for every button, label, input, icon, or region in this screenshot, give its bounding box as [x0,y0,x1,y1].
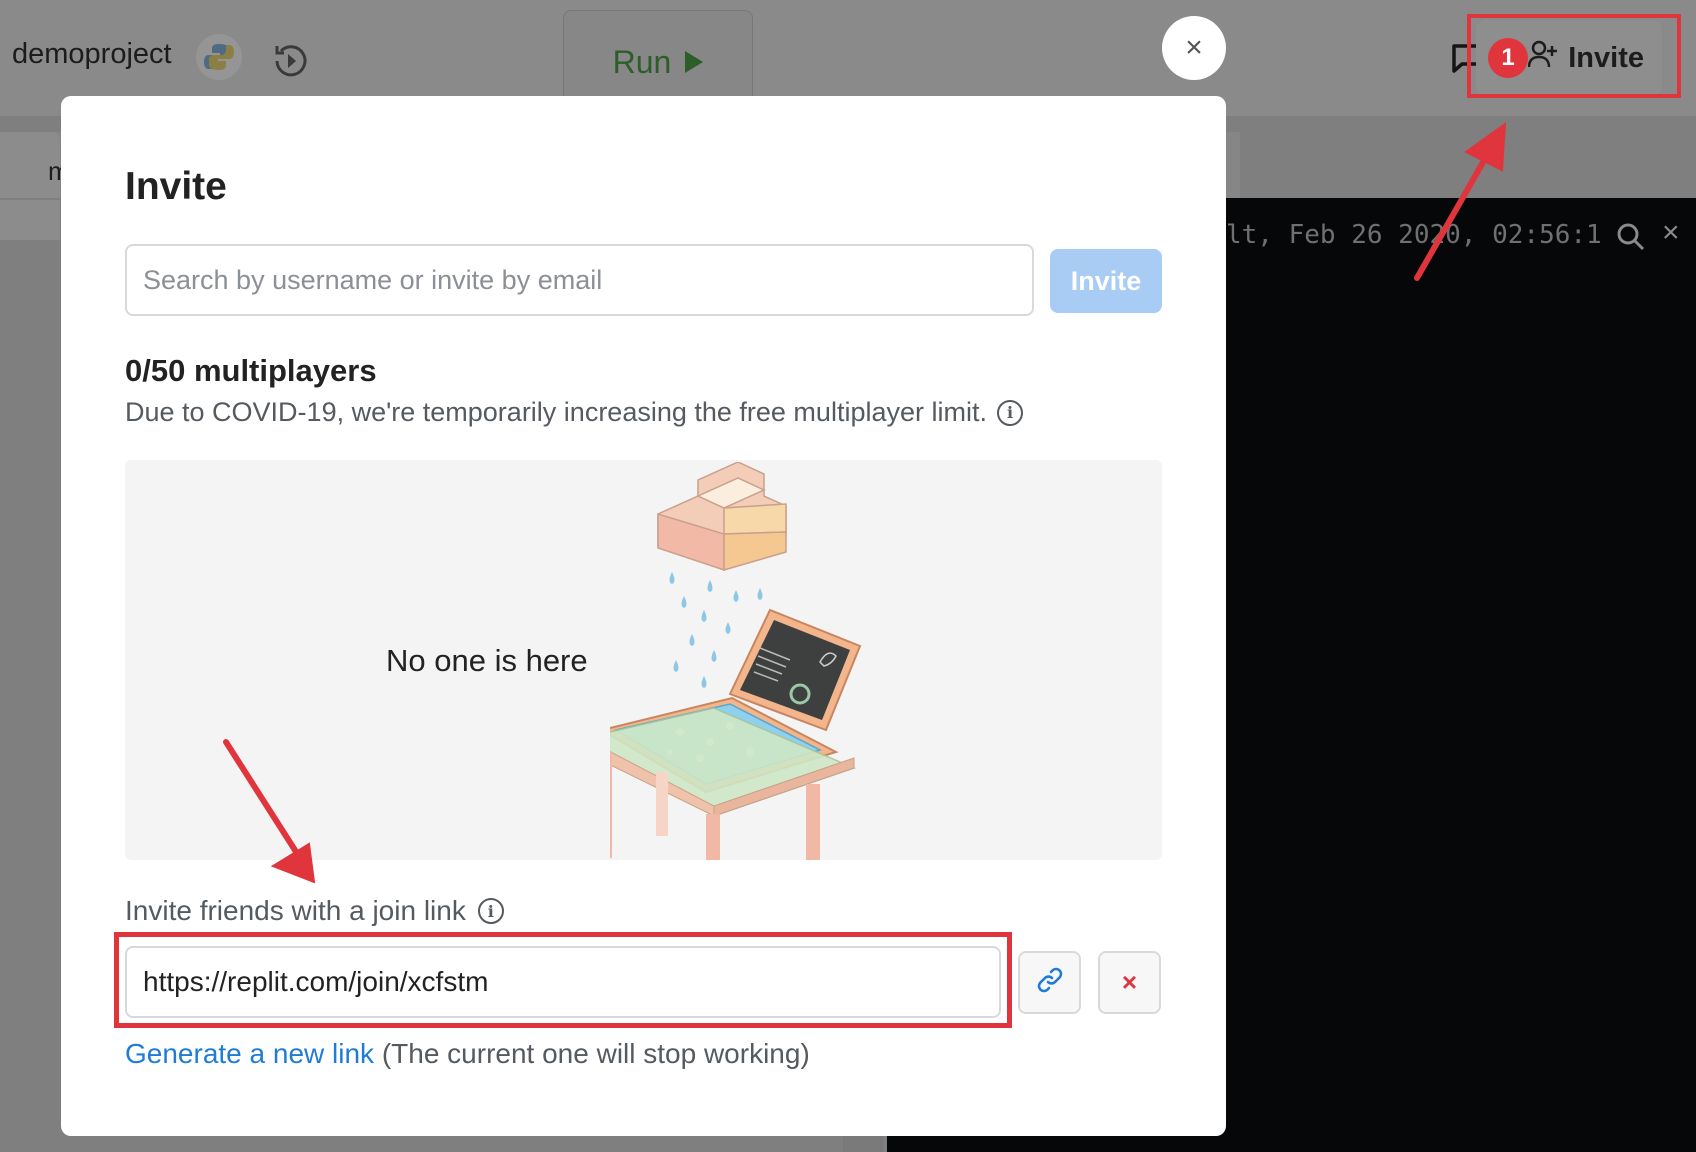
highlight-box-join-link [114,932,1012,1028]
python-logo-icon [196,34,242,80]
link-icon [1035,965,1065,1000]
search-icon[interactable] [1616,222,1646,252]
covid-note: Due to COVID-19, we're temporarily incre… [125,397,1023,428]
covid-note-text: Due to COVID-19, we're temporarily incre… [125,397,987,427]
console-output: lt, Feb 26 2020, 02:56:1 [1226,220,1602,250]
invite-button[interactable]: Invite [1050,249,1162,313]
generate-link[interactable]: Generate a new link [125,1038,374,1069]
generate-link-line: Generate a new link (The current one wil… [125,1038,810,1070]
revoke-link-button[interactable]: × [1098,951,1161,1014]
join-link-label: Invite friends with a join link i [125,895,504,927]
history-icon[interactable] [268,38,314,84]
close-icon[interactable]: × [1662,216,1680,250]
play-icon [685,51,704,73]
empty-state-text: No one is here [386,643,588,678]
project-name[interactable]: demoproject [12,38,172,71]
generate-link-note: (The current one will stop working) [381,1038,810,1069]
highlight-box-invite [1467,14,1681,98]
multiplayer-count: 0/50 multiplayers [125,353,377,388]
editor-strip [0,200,60,240]
search-input[interactable]: Search by username or invite by email [125,244,1034,316]
modal-title: Invite [125,165,227,208]
run-label: Run [612,43,672,80]
join-link-label-text: Invite friends with a join link [125,895,466,926]
modal-close-button[interactable]: × [1162,16,1226,80]
info-icon[interactable]: i [477,898,504,924]
copy-link-button[interactable] [1018,951,1081,1014]
info-icon[interactable]: i [996,399,1023,426]
empty-state-illustration [582,461,910,860]
